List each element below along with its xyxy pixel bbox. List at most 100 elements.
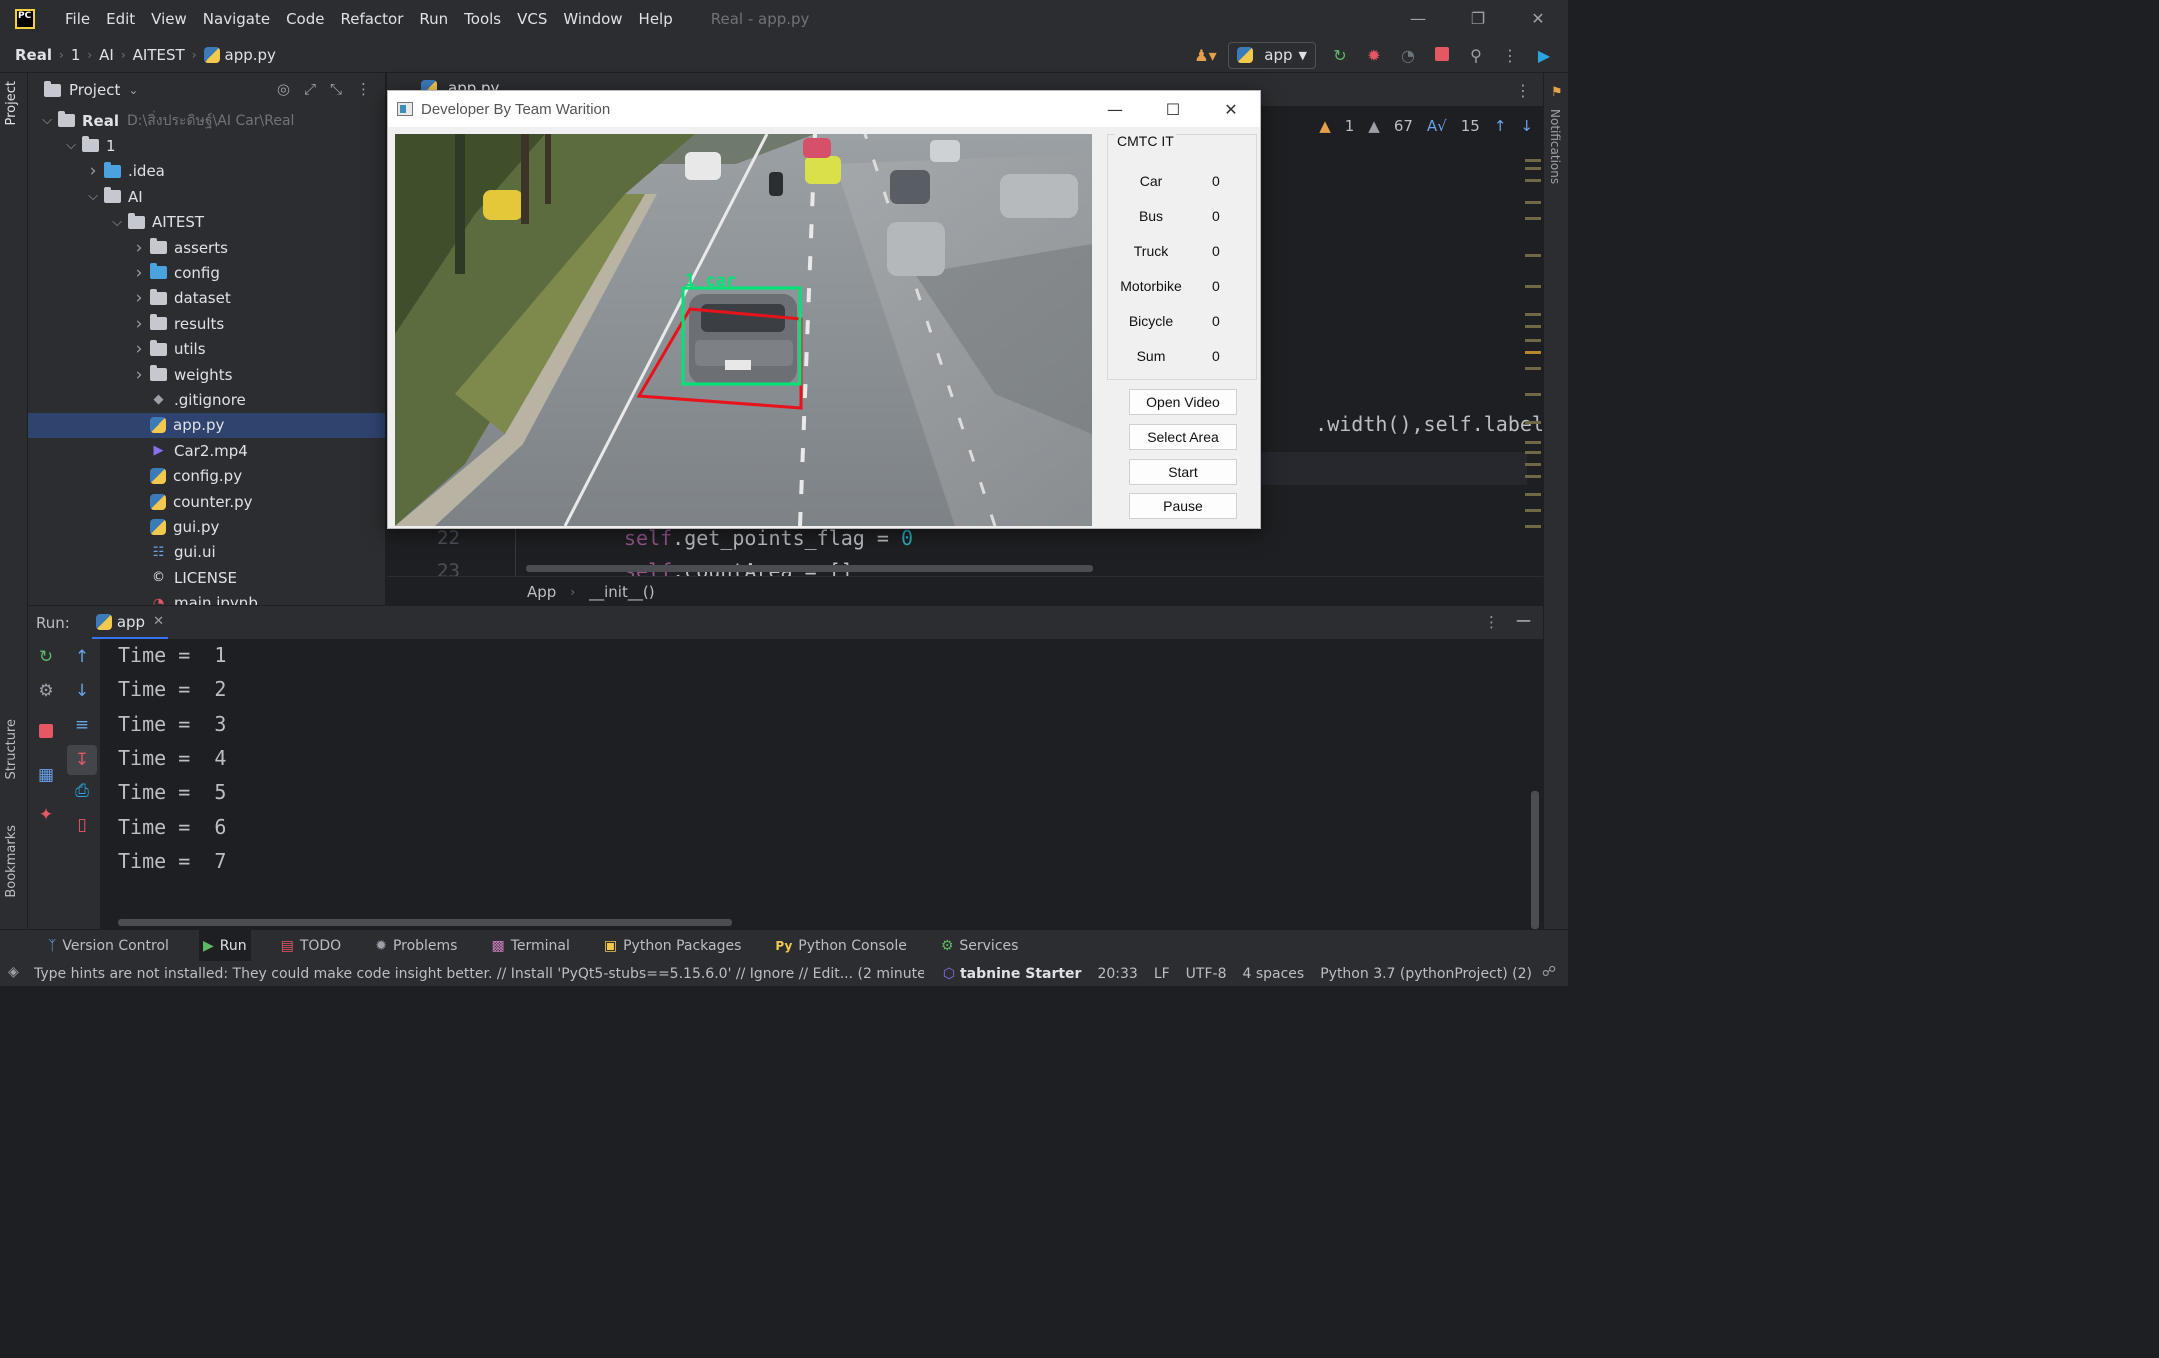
menu-navigate[interactable]: Navigate xyxy=(195,10,278,28)
menu-tools[interactable]: Tools xyxy=(456,10,509,28)
chevron-right-icon[interactable]: › xyxy=(86,161,100,181)
editor-horizontal-scrollbar[interactable] xyxy=(526,565,1093,572)
pause-button[interactable]: Pause xyxy=(1129,493,1237,519)
indent-setting[interactable]: 4 spaces xyxy=(1242,966,1304,982)
tool-problems[interactable]: ✹ Problems xyxy=(371,930,461,962)
tool-services[interactable]: ⚙ Services xyxy=(937,930,1023,962)
breadcrumb-item-app-py[interactable]: app.py xyxy=(225,46,276,64)
open-video-button[interactable]: Open Video xyxy=(1129,389,1237,415)
chevron-right-icon[interactable]: › xyxy=(132,263,146,283)
breadcrumb-item-real[interactable]: Real xyxy=(15,46,52,64)
rerun-icon[interactable]: ↻ xyxy=(35,647,57,667)
code-breadcrumb-method[interactable]: __init__() xyxy=(589,583,654,601)
scroll-up-icon[interactable]: ↑ xyxy=(71,647,93,667)
breadcrumb-item-1[interactable]: 1 xyxy=(71,46,81,64)
menu-file[interactable]: File xyxy=(57,10,98,28)
print-icon[interactable]: ⎙ xyxy=(71,781,93,801)
tree-item-gui-ui[interactable]: ☷ gui.ui xyxy=(28,540,385,565)
layout-icon[interactable]: ▦ xyxy=(35,765,57,785)
tab-bookmarks[interactable]: Bookmarks xyxy=(4,825,19,898)
tree-item-asserts[interactable]: › asserts xyxy=(28,235,385,260)
tree-item-config[interactable]: › config xyxy=(28,260,385,285)
menu-vcs[interactable]: VCS xyxy=(509,10,555,28)
more-icon[interactable]: ⋮ xyxy=(356,80,371,98)
tree-item-config-py[interactable]: config.py xyxy=(28,464,385,489)
close-icon[interactable]: ✕ xyxy=(1202,100,1260,119)
tree-item-main-ipynb[interactable]: ◔ main.ipynb xyxy=(28,591,385,605)
tabnine-widget[interactable]: ⬡ tabnine Starter xyxy=(943,966,1082,982)
console-vertical-scrollbar[interactable] xyxy=(1531,791,1539,929)
chevron-right-icon[interactable]: › xyxy=(132,288,146,308)
file-encoding[interactable]: UTF-8 xyxy=(1186,966,1227,982)
trash-icon[interactable]: ▯ xyxy=(71,815,93,835)
menu-help[interactable]: Help xyxy=(631,10,681,28)
menu-view[interactable]: View xyxy=(143,10,195,28)
tree-item-license[interactable]: © LICENSE xyxy=(28,565,385,590)
run-configuration-select[interactable]: app ▼ xyxy=(1228,41,1316,69)
tree-item-aitest[interactable]: ⌵ AITEST xyxy=(28,210,385,235)
close-icon[interactable]: ✕ xyxy=(153,614,164,629)
chevron-right-icon[interactable]: › xyxy=(132,314,146,334)
menu-edit[interactable]: Edit xyxy=(98,10,143,28)
tree-item-counter-py[interactable]: counter.py xyxy=(28,489,385,514)
code-line-22[interactable]: self.get_points_flag = 0 xyxy=(624,526,913,550)
menu-window[interactable]: Window xyxy=(555,10,630,28)
code-fragment-width[interactable]: .width(),self.label_i xyxy=(1267,388,1543,460)
project-panel-title[interactable]: Project xyxy=(69,81,120,99)
inspection-widget[interactable]: ▲ 1 ▲ 67 A√ 15 ↑ ↓ xyxy=(1319,117,1533,135)
tree-item-weights[interactable]: › weights xyxy=(28,362,385,387)
tree-item-car2-mp4[interactable]: ▶ Car2.mp4 xyxy=(28,438,385,463)
menu-run[interactable]: Run xyxy=(411,10,456,28)
close-icon[interactable]: ✕ xyxy=(1508,9,1568,28)
tree-item-gitignore[interactable]: ◆ .gitignore xyxy=(28,387,385,412)
run-tab-app[interactable]: app ✕ xyxy=(91,606,168,639)
chevron-right-icon[interactable]: › xyxy=(132,238,146,258)
profile-icon[interactable]: ◔ xyxy=(1398,46,1418,65)
tree-item-utils[interactable]: › utils xyxy=(28,337,385,362)
more-icon[interactable]: ⋮ xyxy=(1515,81,1531,100)
qt-title-bar[interactable]: Developer By Team Warition — ☐ ✕ xyxy=(388,91,1260,127)
chevron-right-icon[interactable]: › xyxy=(132,365,146,385)
menu-code[interactable]: Code xyxy=(278,10,332,28)
minimize-panel-icon[interactable]: — xyxy=(1516,611,1531,629)
soft-wrap-icon[interactable]: ≡ xyxy=(71,715,93,735)
tree-item-dataset[interactable]: › dataset xyxy=(28,286,385,311)
chevron-down-icon[interactable]: ⌵ xyxy=(40,113,54,128)
tool-run[interactable]: ▶ Run xyxy=(198,929,251,962)
tab-notifications[interactable]: Notifications xyxy=(1548,109,1562,184)
layers-icon[interactable]: ◈ xyxy=(8,964,19,980)
tree-item-ai[interactable]: ⌵ AI xyxy=(28,184,385,209)
pin-icon[interactable]: ✦ xyxy=(35,805,57,825)
stop-icon[interactable] xyxy=(35,723,57,743)
start-button[interactable]: Start xyxy=(1129,459,1237,485)
jetbrains-ai-icon[interactable]: ▶ xyxy=(1534,46,1554,65)
tree-item-1[interactable]: ⌵ 1 xyxy=(28,133,385,158)
more-icon[interactable]: ⋮ xyxy=(1484,613,1499,631)
locate-icon[interactable]: ◎ xyxy=(277,80,290,98)
scroll-down-icon[interactable]: ↓ xyxy=(71,681,93,701)
tab-project[interactable]: Project xyxy=(4,81,19,125)
collapse-all-icon[interactable]: ⤡ xyxy=(330,80,342,98)
line-separator[interactable]: LF xyxy=(1154,966,1170,982)
lock-icon[interactable]: ☍ xyxy=(1542,964,1556,980)
tab-structure[interactable]: Structure xyxy=(4,719,19,779)
search-icon[interactable]: ⚲ xyxy=(1466,46,1486,65)
arrow-up-icon[interactable]: ↑ xyxy=(1494,117,1507,135)
tree-item-real[interactable]: ⌵ Real D:\สิ่งประดิษฐ์\AI Car\Real xyxy=(28,108,385,133)
error-stripe[interactable] xyxy=(1523,153,1543,553)
chevron-down-icon[interactable]: ⌵ xyxy=(86,189,100,204)
console-horizontal-scrollbar[interactable] xyxy=(118,919,732,926)
arrow-down-icon[interactable]: ↓ xyxy=(1520,117,1533,135)
restore-icon[interactable]: ❐ xyxy=(1448,9,1508,28)
debug-icon[interactable]: ✹ xyxy=(1364,46,1384,65)
chevron-down-icon[interactable]: ⌵ xyxy=(64,138,78,153)
code-with-me-icon[interactable]: ♟▾ xyxy=(1194,46,1216,65)
tree-item-app-py[interactable]: app.py xyxy=(28,412,385,438)
bell-icon[interactable]: ⚑ xyxy=(1551,85,1563,100)
maximize-icon[interactable]: ☐ xyxy=(1144,100,1202,119)
tool-python-packages[interactable]: ▣ Python Packages xyxy=(600,930,746,962)
minimize-icon[interactable]: — xyxy=(1086,100,1144,119)
breadcrumb-item-aitest[interactable]: AITEST xyxy=(133,46,185,64)
tree-item-gui-py[interactable]: gui.py xyxy=(28,514,385,539)
expand-all-icon[interactable]: ⤢ xyxy=(304,80,316,98)
